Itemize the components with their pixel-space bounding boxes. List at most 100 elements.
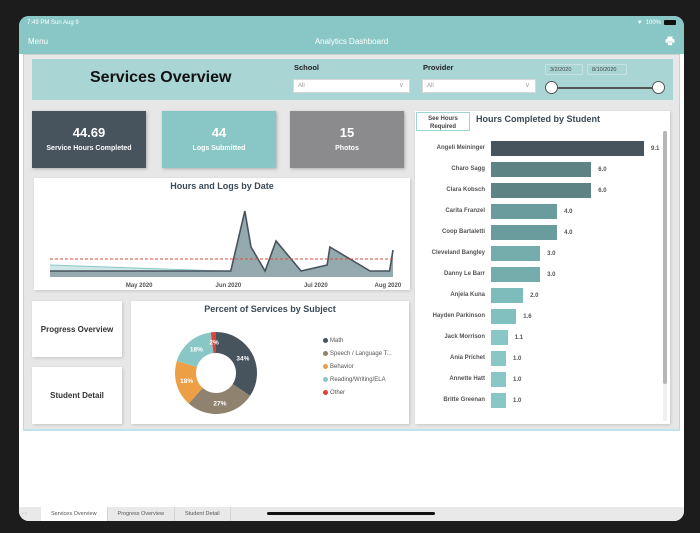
bar-row[interactable]: Coop Bartaletti 4.0 — [415, 224, 665, 241]
donut-legend: Math Speech / Language T... Behavior Readin… — [323, 334, 392, 399]
school-value: All — [298, 83, 305, 89]
bar[interactable] — [490, 140, 645, 157]
kpi-label: Photos — [335, 145, 359, 152]
bar-value-label: 3.0 — [547, 272, 556, 278]
bar[interactable] — [490, 350, 508, 367]
progress-overview-button[interactable]: Progress Overview — [32, 301, 122, 357]
legend-item[interactable]: Speech / Language T... — [323, 347, 392, 360]
legend-item[interactable]: Other — [323, 386, 392, 399]
provider-dropdown[interactable]: All ∨ — [422, 79, 536, 93]
hours-logs-chart-card: Hours and Logs by Date May 2020 Jun 2020 J… — [34, 178, 410, 290]
menu-button[interactable]: Menu — [28, 37, 48, 46]
printer-icon[interactable] — [665, 36, 675, 48]
bar-value-label: 2.0 — [530, 293, 539, 299]
tab-services-overview[interactable]: Services Overview — [41, 507, 108, 521]
legend-item[interactable]: Math — [323, 334, 392, 347]
bar[interactable] — [490, 371, 508, 388]
divider — [23, 429, 680, 431]
legend-item[interactable]: Reading/Writing/ELA — [323, 373, 392, 386]
bar-value-label: 1.1 — [514, 335, 524, 341]
bar[interactable] — [490, 182, 593, 199]
bar-row[interactable]: Ania Prichet 1.0 — [415, 350, 665, 367]
bar[interactable] — [490, 224, 559, 241]
bar[interactable] — [490, 266, 542, 283]
bar-category-label: Cleveland Bangley — [431, 250, 485, 256]
scrollbar-thumb[interactable] — [663, 131, 667, 384]
bar[interactable] — [490, 245, 542, 262]
legend-dot-icon — [323, 338, 328, 343]
bar-row[interactable]: Anjela Kuna 2.0 — [415, 287, 665, 304]
start-date-input[interactable]: 3/2/2020 — [545, 64, 583, 75]
bar[interactable] — [490, 287, 525, 304]
dashboard-title: Services Overview — [90, 69, 232, 86]
kpi-label: Logs Submitted — [192, 145, 246, 152]
chart-title: Hours Completed by Student — [476, 114, 601, 124]
bar-category-label: Ania Prichet — [449, 355, 485, 361]
tab-progress-overview[interactable]: Progress Overview — [108, 507, 176, 521]
bar-row[interactable]: Carita Franzel 4.0 — [415, 203, 665, 220]
area-chart: May 2020 Jun 2020 Jul 2020 Aug 2020 — [49, 210, 402, 289]
end-date-input[interactable]: 8/10/2020 — [587, 64, 627, 75]
bar[interactable] — [490, 308, 518, 325]
kpi-label: Service Hours Completed — [46, 145, 132, 152]
bar[interactable] — [490, 161, 593, 178]
bar-row[interactable]: Angeli Meininger 9.1 — [415, 140, 665, 157]
bar-category-label: Britte Greenan — [443, 397, 485, 403]
bar-category-label: Charo Sagg — [451, 166, 485, 172]
bar-row[interactable]: Charo Sagg 6.0 — [415, 161, 665, 178]
bar[interactable] — [490, 203, 559, 220]
bar[interactable] — [490, 329, 509, 346]
see-hours-required-button[interactable]: See Hours Required — [416, 112, 470, 131]
bar-row[interactable]: Clara Kobsch 6.0 — [415, 182, 665, 199]
legend-label: Behavior — [330, 363, 354, 370]
date-slider-track[interactable] — [552, 87, 659, 89]
slice-label: 34% — [236, 356, 249, 363]
kpi-service-hours: 44.69 Service Hours Completed — [32, 111, 146, 168]
slice-label: 27% — [213, 400, 226, 407]
school-dropdown[interactable]: All ∨ — [293, 79, 410, 93]
donut-slice[interactable] — [216, 332, 257, 396]
chart-title: Hours and Logs by Date — [170, 181, 274, 191]
bar-row[interactable]: Annette Hatt 1.0 — [415, 371, 665, 388]
bar-row[interactable]: Britte Greenan 1.0 — [415, 392, 665, 409]
page-title: Analytics Dashboard — [314, 37, 389, 46]
slice-label: 18% — [180, 378, 193, 385]
provider-value: All — [427, 83, 434, 89]
date-slider-end-handle[interactable] — [652, 81, 665, 94]
legend-dot-icon — [323, 390, 328, 395]
bar-category-label: Angeli Meininger — [436, 145, 485, 151]
bar-row[interactable]: Hayden Parkinson 1.6 — [415, 308, 665, 325]
legend-label: Other — [330, 389, 346, 396]
bar-value-label: 1.0 — [513, 356, 522, 362]
bar-row[interactable]: Danny Le Barr 3.0 — [415, 266, 665, 283]
tab-scroll-arrows[interactable]: ‹ › — [19, 507, 41, 521]
wifi-icon: ▼ — [636, 19, 643, 26]
home-indicator — [267, 512, 435, 515]
bar-value-label: 9.1 — [651, 146, 660, 152]
legend-dot-icon — [323, 351, 328, 356]
hours-by-student-card: See Hours Required Hours Completed by St… — [415, 111, 670, 424]
bar-category-label: Danny Le Barr — [443, 271, 485, 277]
chevron-down-icon: ∨ — [524, 82, 530, 89]
dashboard-canvas: Services Overview School All ∨ Provider … — [23, 54, 680, 430]
subject-donut-card: Percent of Services by Subject 34% 27% 18%… — [131, 301, 409, 424]
bar-category-label: Anjela Kuna — [450, 292, 485, 298]
kpi-value: 44.69 — [72, 125, 106, 140]
chart-scrollbar[interactable] — [663, 131, 667, 421]
legend-item[interactable]: Behavior — [323, 360, 392, 373]
bar-row[interactable]: Cleveland Bangley 3.0 — [415, 245, 665, 262]
school-label: School — [294, 63, 320, 72]
bar[interactable] — [490, 392, 508, 409]
legend-label: Math — [330, 337, 344, 344]
slice-label: 18% — [190, 347, 203, 354]
bar-category-label: Carita Franzel — [445, 208, 485, 214]
bar-row[interactable]: Jack Morrison 1.1 — [415, 329, 665, 346]
date-slider-start-handle[interactable] — [545, 81, 558, 94]
bar-value-label: 4.0 — [564, 230, 573, 236]
tab-student-detail[interactable]: Student Detail — [175, 507, 231, 521]
legend-label: Speech / Language T... — [330, 350, 392, 357]
header-band: Services Overview School All ∨ Provider … — [32, 59, 673, 100]
legend-label: Reading/Writing/ELA — [330, 376, 386, 383]
student-detail-button[interactable]: Student Detail — [32, 367, 122, 424]
x-tick-label: Jun 2020 — [216, 283, 242, 289]
